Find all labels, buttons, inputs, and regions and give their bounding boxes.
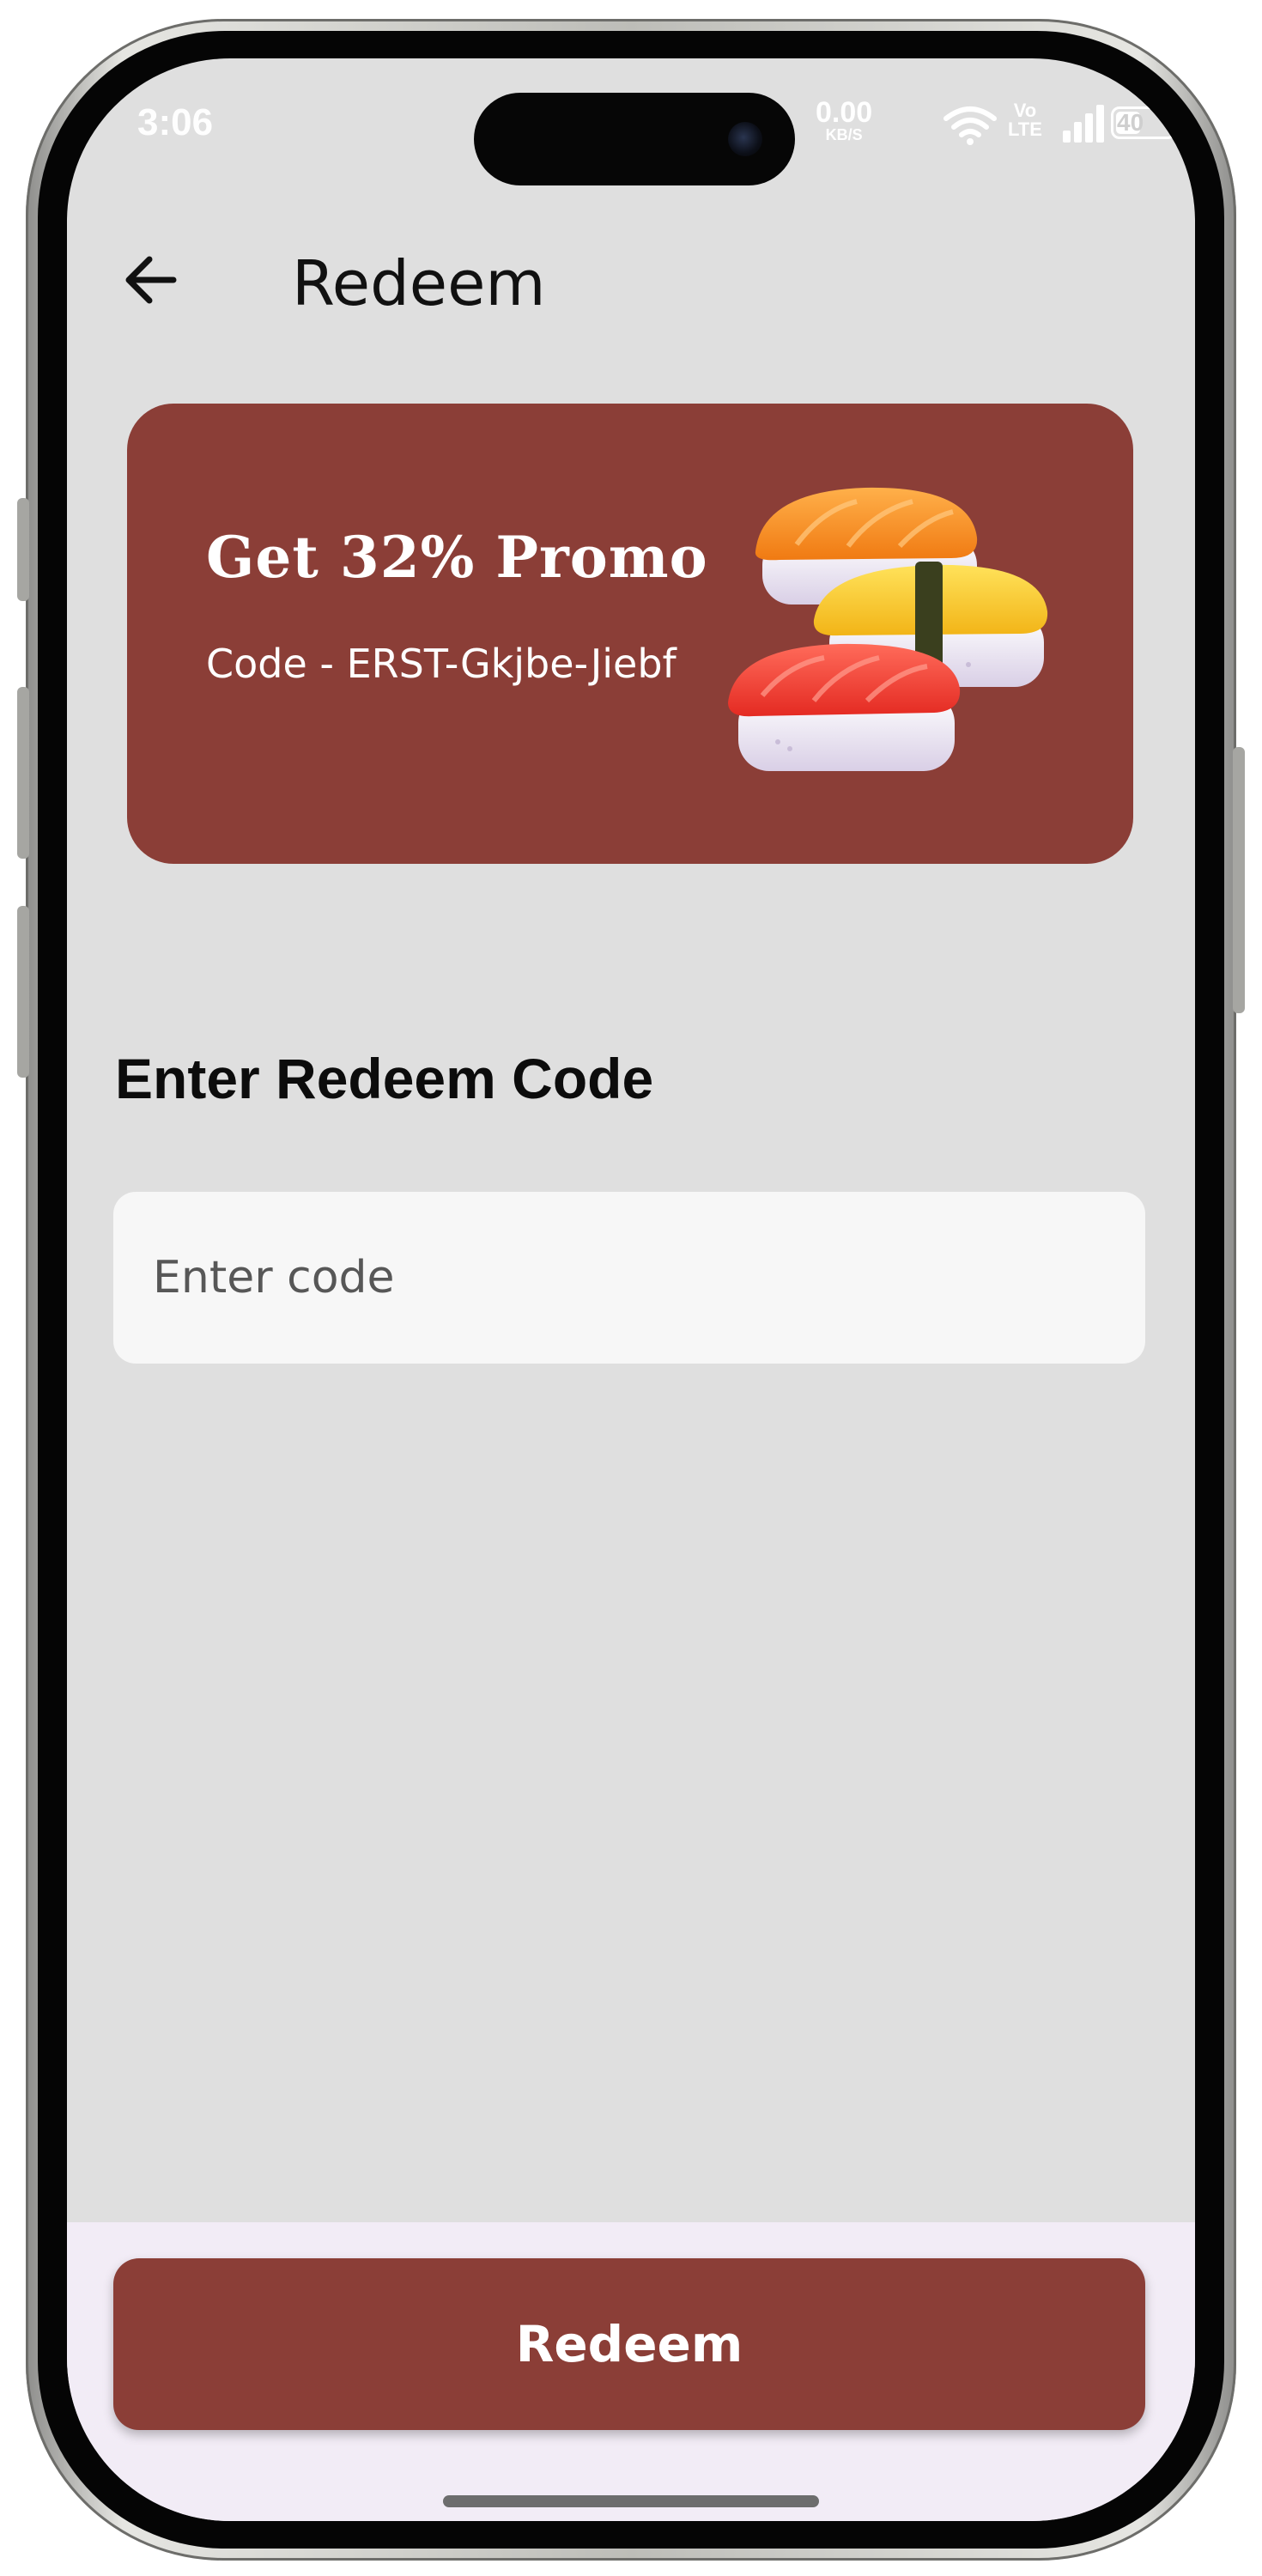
arrow-left-icon <box>125 256 177 304</box>
camera-icon <box>728 122 762 156</box>
section-title: Enter Redeem Code <box>115 1047 654 1110</box>
bottom-bar: Redeem <box>67 2222 1195 2521</box>
promo-card: Get 32% Promo Code - ERST-Gkjbe-Jiebf <box>127 404 1133 864</box>
back-button[interactable] <box>117 246 185 314</box>
volume-up-button <box>17 687 29 859</box>
home-indicator <box>443 2495 819 2507</box>
status-time: 3:06 <box>137 101 214 143</box>
sushi-illustration <box>728 487 1048 771</box>
mute-switch <box>17 498 29 601</box>
redeem-code-input[interactable] <box>113 1192 1145 1364</box>
signal-icon <box>1063 105 1106 146</box>
network-speed-unit: KB/S <box>825 126 863 143</box>
promo-code-text: Code - ERST-Gkjbe-Jiebf <box>206 641 677 687</box>
redeem-button[interactable]: Redeem <box>113 2258 1145 2430</box>
battery-icon: 40 <box>1111 106 1176 139</box>
screen: 3:06 0.00 KB/S Vo LTE 40 Redeem Get 32% … <box>67 58 1195 2521</box>
status-bar-right: 0.00 KB/S Vo LTE 40 <box>805 98 1176 149</box>
dynamic-island <box>474 93 795 185</box>
network-speed: 0.00 KB/S <box>816 98 872 143</box>
volume-down-button <box>17 906 29 1078</box>
promo-title: Get 32% Promo <box>206 524 708 591</box>
app-bar: Redeem <box>67 222 1195 325</box>
wifi-icon <box>943 105 998 149</box>
volte-indicator: Vo LTE <box>1008 101 1042 139</box>
power-button <box>1233 747 1245 1013</box>
page-title: Redeem <box>292 247 546 319</box>
network-speed-value: 0.00 <box>816 96 873 129</box>
battery-level: 40 <box>1117 109 1144 136</box>
volte-top: Vo <box>1013 100 1037 121</box>
volte-bottom: LTE <box>1008 118 1042 140</box>
